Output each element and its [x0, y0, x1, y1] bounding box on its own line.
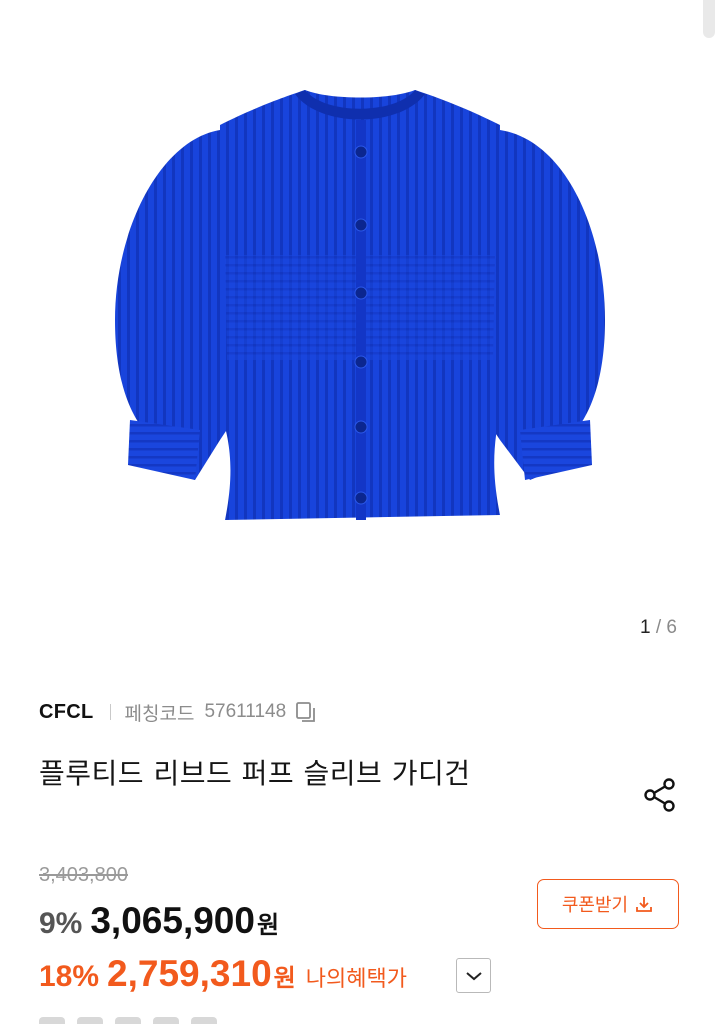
- download-icon: [636, 897, 653, 912]
- member-price-row: 18% 2,759,310 원 나의혜택가: [39, 953, 407, 995]
- member-price-currency: 원: [273, 964, 296, 992]
- coupon-button-label: 쿠폰받기: [561, 895, 629, 916]
- product-title: 플루티드 리브드 퍼프 슬리브 가디건: [39, 757, 471, 790]
- share-button[interactable]: [640, 775, 680, 815]
- share-icon: [644, 778, 675, 812]
- brand-name[interactable]: CFCL: [39, 701, 94, 724]
- gallery-current: 1: [640, 617, 651, 638]
- sale-price-currency: 원: [256, 911, 280, 939]
- product-detail-page: 1 / 6 CFCL 페칭코드 57611148 플루티드 리브드 퍼프 슬리브…: [0, 0, 717, 1024]
- member-benefit-label: 나의혜택가: [305, 967, 407, 992]
- next-section-preview: [39, 1016, 279, 1024]
- product-gallery[interactable]: 1 / 6: [0, 0, 717, 650]
- sale-price-row: 9% 3,065,900 원: [39, 900, 279, 942]
- gallery-separator: /: [655, 617, 662, 638]
- brand-row: CFCL 페칭코드 57611148: [39, 698, 318, 726]
- chevron-down-icon: [465, 971, 482, 980]
- original-price: 3,403,800: [39, 864, 128, 886]
- member-price: 2,759,310: [107, 953, 272, 994]
- gallery-counter: 1 / 6: [640, 617, 677, 639]
- discount-percent: 9%: [39, 907, 83, 940]
- fetching-code-label: 페칭코드: [124, 702, 195, 725]
- coupon-button[interactable]: 쿠폰받기: [537, 879, 679, 929]
- member-discount-percent: 18%: [39, 960, 100, 993]
- copy-icon[interactable]: [294, 700, 318, 724]
- gallery-total: 6: [666, 617, 677, 638]
- brand-divider: [109, 704, 111, 720]
- sale-price: 3,065,900: [90, 900, 255, 941]
- benefit-expand-button[interactable]: [456, 958, 491, 993]
- product-image: [115, 90, 605, 520]
- fetching-code-value: 57611148: [204, 701, 287, 722]
